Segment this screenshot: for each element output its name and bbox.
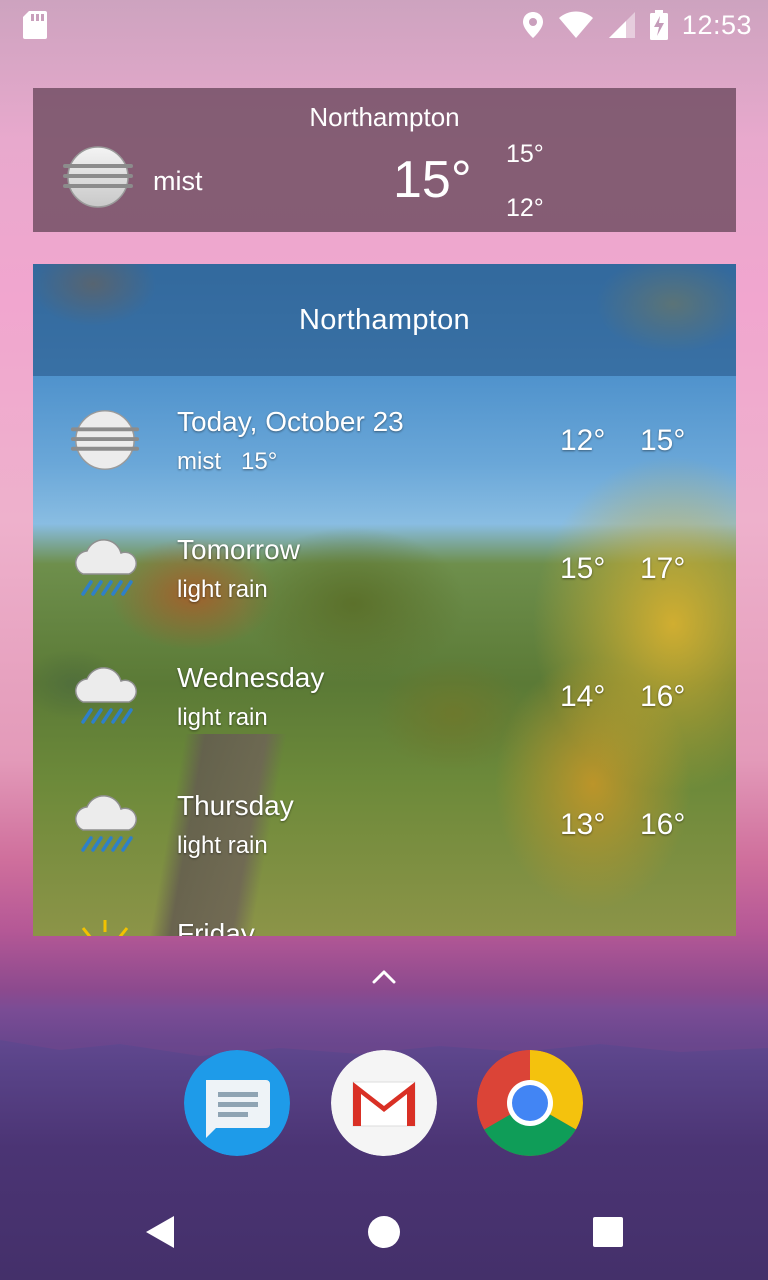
gmail-icon[interactable]	[331, 1050, 437, 1156]
forecast-list[interactable]: Today, October 23 mist 15° 12° 15° Tomorr…	[33, 376, 736, 936]
dock	[0, 1050, 768, 1158]
forecast-low: 13°	[560, 808, 606, 841]
light-rain-icon	[75, 667, 137, 724]
forecast-day: Thursday	[177, 790, 294, 821]
forecast-day: Tomorrow	[177, 534, 300, 565]
forecast-day: Wednesday	[177, 662, 325, 693]
forecast-high: 17°	[640, 552, 686, 585]
forecast-day: Today, October 23	[177, 406, 404, 437]
widget-city: Northampton	[309, 102, 460, 132]
forecast-high: 15°	[640, 424, 686, 457]
forecast-current-temp: 15°	[241, 448, 278, 475]
forecast-condition: mist 15°	[177, 448, 278, 475]
forecast-row-thursday[interactable]: Thursday light rain 13° 16°	[33, 760, 736, 888]
home-icon[interactable]	[364, 1212, 404, 1252]
forecast-condition: light rain	[177, 832, 268, 859]
forecast-city: Northampton	[33, 264, 736, 376]
navigation-bar	[0, 1184, 768, 1280]
forecast-low: 12°	[560, 424, 606, 457]
forecast-low: 14°	[560, 680, 606, 713]
sd-card-icon	[23, 11, 47, 39]
forecast-day: Friday	[177, 918, 255, 936]
low-temperature: 12°	[506, 194, 544, 222]
clock: 12:53	[681, 9, 752, 40]
wifi-icon	[558, 11, 593, 38]
signal-icon	[608, 12, 635, 38]
forecast-low: 15°	[560, 552, 606, 585]
forecast-high: 16°	[640, 808, 686, 841]
current-weather-widget[interactable]: Northampton mist 15° 15° 12°	[33, 88, 736, 232]
forecast-condition: light rain	[177, 576, 268, 603]
forecast-row-friday[interactable]: Friday	[33, 888, 736, 936]
recents-icon[interactable]	[588, 1212, 628, 1252]
status-bar: 12:53	[0, 0, 768, 50]
current-temperature: 15°	[393, 151, 472, 209]
app-drawer-handle-icon[interactable]	[368, 962, 400, 990]
battery-charging-icon	[649, 10, 668, 40]
light-rain-icon	[75, 539, 137, 596]
location-icon	[522, 12, 543, 38]
forecast-widget[interactable]: Northampton Today, October 23 mist 15° 12…	[33, 264, 736, 936]
light-rain-icon	[75, 795, 137, 852]
forecast-row-tomorrow[interactable]: Tomorrow light rain 15° 17°	[33, 504, 736, 632]
mist-icon	[70, 410, 140, 470]
forecast-row-wednesday[interactable]: Wednesday light rain 14° 16°	[33, 632, 736, 760]
chrome-icon[interactable]	[477, 1050, 583, 1156]
messages-icon[interactable]	[184, 1050, 290, 1156]
high-temperature: 15°	[506, 140, 544, 168]
forecast-high: 16°	[640, 680, 686, 713]
sun-icon	[81, 920, 129, 936]
back-icon[interactable]	[140, 1212, 180, 1252]
mist-icon	[63, 146, 133, 208]
forecast-row-today[interactable]: Today, October 23 mist 15° 12° 15°	[33, 376, 736, 504]
current-condition: mist	[153, 166, 203, 196]
forecast-condition: light rain	[177, 704, 268, 731]
